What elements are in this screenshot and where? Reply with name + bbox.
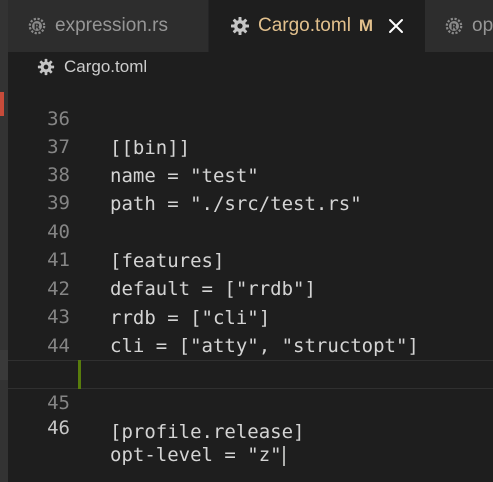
tab-label: Cargo.toml	[258, 15, 351, 36]
gear-icon	[37, 58, 55, 76]
activity-shade	[0, 350, 8, 380]
tab-expression-rs[interactable]: R expression.rs	[8, 0, 209, 52]
code-line: 37 name = "test"	[8, 104, 493, 187]
code-line: 38 path = "./src/test.rs"	[8, 132, 493, 215]
tab-label: op	[472, 15, 493, 36]
rust-icon: R	[444, 16, 464, 36]
tab-cargo-toml[interactable]: Cargo.toml M	[209, 0, 425, 52]
code-line: 40 [features]	[8, 189, 493, 272]
svg-text:R: R	[34, 23, 40, 32]
tab-bar: R expression.rs Cargo.toml M R op	[8, 0, 493, 52]
rust-icon: R	[27, 16, 47, 36]
text-cursor	[282, 445, 285, 466]
code-line: 43 cli = ["atty", "structopt"]	[8, 274, 493, 357]
tab-label: expression.rs	[55, 15, 168, 36]
tab-op[interactable]: R op	[425, 0, 493, 52]
editor-window: R expression.rs Cargo.toml M R op Cargo.…	[0, 0, 493, 482]
line-number: 46	[47, 417, 70, 439]
code-line: 45 [profile.release]	[8, 331, 493, 443]
breadcrumb-file[interactable]: Cargo.toml	[64, 57, 147, 77]
modified-indicator: M	[358, 16, 374, 35]
svg-text:R: R	[451, 23, 457, 32]
code-editor[interactable]: 36 [[bin]] 37 name = "test" 38 path = ".…	[8, 76, 493, 482]
activity-bar-edge	[0, 0, 8, 482]
gear-icon	[230, 16, 250, 36]
code-line: 39	[8, 160, 493, 214]
code-line: 36 [[bin]]	[8, 76, 493, 159]
code-line: 44	[8, 303, 493, 357]
line-text-value: opt-level = "z"	[110, 444, 282, 466]
diff-added-marker[interactable]	[78, 360, 81, 389]
line-text: opt-level = "z"	[110, 442, 285, 469]
code-line-current: 46 opt-level = "z"	[8, 360, 493, 466]
code-line: 42 rrdb = ["cli"]	[8, 246, 493, 329]
code-line: 41 default = ["rrdb"]	[8, 217, 493, 300]
close-icon[interactable]	[387, 17, 405, 35]
activity-indicator	[0, 92, 4, 116]
